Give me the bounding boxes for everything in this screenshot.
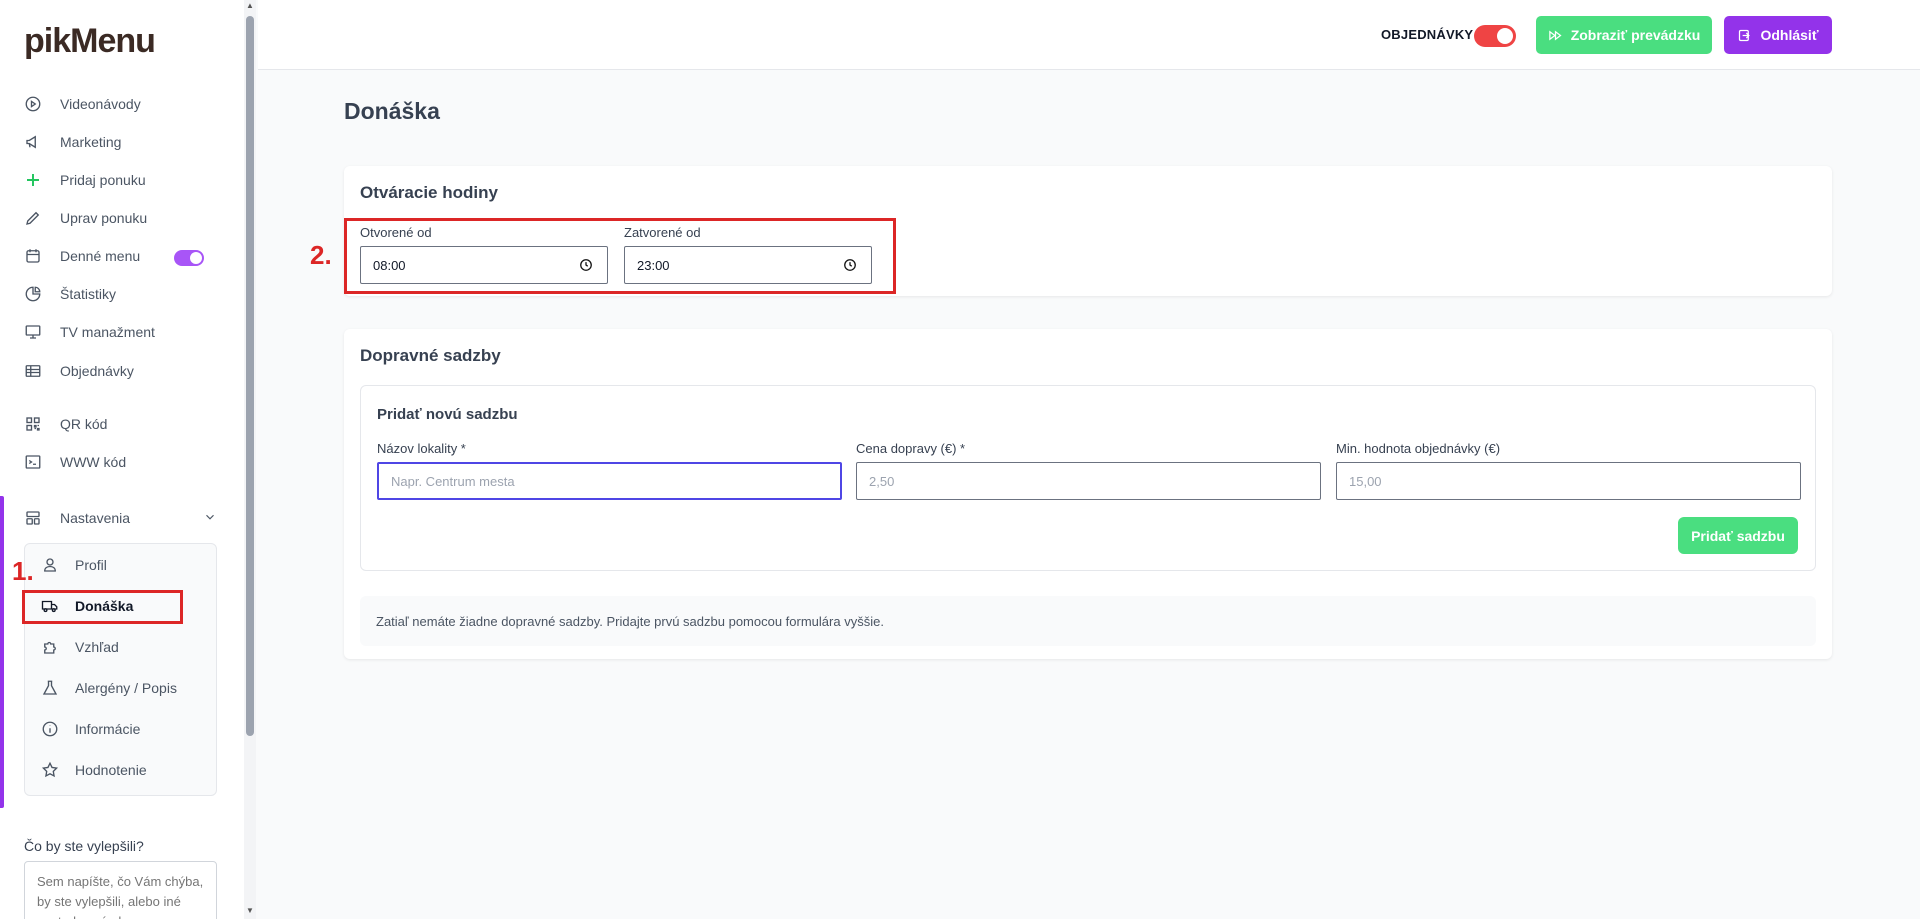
user-icon — [41, 556, 59, 574]
annotation-box-donaska — [22, 590, 183, 624]
open-from-label: Otvorené od — [360, 225, 432, 240]
opening-hours-title: Otváracie hodiny — [360, 183, 498, 202]
sidebar-item-www-kod[interactable]: WWW kód — [24, 447, 126, 477]
clock-icon[interactable] — [579, 258, 593, 272]
clock-icon[interactable] — [843, 258, 857, 272]
submenu-item-label: Vzhľad — [75, 639, 119, 655]
open-from-input[interactable]: 08:00 — [360, 246, 608, 284]
sidebar-item-pridaj-ponuku[interactable]: Pridaj ponuku — [24, 165, 146, 195]
submenu-item-vzhlad[interactable]: Vzhľad — [41, 632, 119, 662]
sidebar: pikMenu Videonávody Marketing Pridaj pon… — [0, 0, 245, 919]
min-order-input[interactable] — [1336, 462, 1801, 500]
daily-menu-toggle[interactable] — [174, 250, 204, 266]
orders-toggle[interactable] — [1474, 25, 1516, 47]
open-from-value: 08:00 — [373, 257, 406, 273]
sidebar-item-label: Objednávky — [60, 363, 134, 379]
show-shop-button[interactable]: Zobraziť prevádzku — [1536, 16, 1712, 54]
empty-rates-message: Zatiaľ nemáte žiadne dopravné sadzby. Pr… — [360, 596, 1816, 646]
layout-icon — [24, 509, 42, 527]
settings-submenu: Profil Donáška Vzhľad Alergény / Popis I… — [24, 543, 217, 796]
plus-icon — [24, 171, 42, 189]
table-icon — [24, 362, 42, 380]
sidebar-item-denne-menu[interactable]: Denné menu — [24, 241, 140, 271]
closed-from-input[interactable]: 23:00 — [624, 246, 872, 284]
sidebar-item-label: Nastavenia — [60, 510, 131, 526]
feedback-label: Čo by ste vylepšili? — [24, 838, 144, 854]
submenu-item-label: Hodnotenie — [75, 762, 147, 778]
feedback-textarea[interactable] — [24, 861, 217, 919]
sidebar-item-label: Videonávody — [60, 96, 141, 112]
sidebar-item-label: Pridaj ponuku — [60, 172, 146, 188]
locality-label: Názov lokality * — [377, 441, 466, 456]
scroll-down-arrow-icon[interactable]: ▼ — [244, 905, 256, 917]
delivery-rates-title: Dopravné sadzby — [360, 346, 501, 365]
sidebar-item-label: Marketing — [60, 134, 122, 150]
submenu-item-label: Informácie — [75, 721, 141, 737]
flask-icon — [41, 679, 59, 697]
play-circle-icon — [24, 95, 42, 113]
sidebar-item-statistiky[interactable]: Štatistiky — [24, 279, 116, 309]
app-logo[interactable]: pikMenu — [24, 22, 156, 61]
locality-input[interactable] — [377, 462, 842, 500]
add-rate-button[interactable]: Pridať sadzbu — [1678, 517, 1798, 554]
sidebar-item-label: Uprav ponuku — [60, 210, 148, 226]
info-icon — [41, 720, 59, 738]
sidebar-item-uprav-ponuku[interactable]: Uprav ponuku — [24, 203, 147, 233]
sidebar-item-marketing[interactable]: Marketing — [24, 127, 121, 157]
annotation-number-1: 1. — [12, 556, 34, 586]
sidebar-item-label: Denné menu — [60, 248, 141, 264]
calendar-icon — [24, 247, 42, 265]
sidebar-item-label: QR kód — [60, 416, 108, 432]
logout-button[interactable]: Odhlásiť — [1724, 16, 1832, 54]
submenu-item-profil[interactable]: Profil — [41, 550, 107, 580]
chevron-down-icon — [203, 510, 217, 524]
closed-from-label: Zatvorené od — [624, 225, 701, 240]
megaphone-icon — [24, 133, 42, 151]
orders-toggle-label: OBJEDNÁVKY — [1381, 27, 1474, 42]
submenu-item-hodnotenie[interactable]: Hodnotenie — [41, 755, 147, 785]
logout-icon — [1737, 28, 1752, 43]
qr-code-icon — [24, 415, 42, 433]
pencil-icon — [24, 209, 42, 227]
code-icon — [24, 453, 42, 471]
show-shop-label: Zobraziť prevádzku — [1570, 27, 1701, 43]
submenu-item-alergeny[interactable]: Alergény / Popis — [41, 673, 177, 703]
sidebar-item-label: WWW kód — [60, 454, 127, 470]
sidebar-item-label: Štatistiky — [60, 286, 117, 302]
sidebar-item-nastavenia[interactable]: Nastavenia — [24, 503, 217, 533]
sidebar-item-objednavky[interactable]: Objednávky — [24, 356, 134, 386]
submenu-item-label: Alergény / Popis — [75, 680, 177, 696]
sidebar-item-videonavody[interactable]: Videonávody — [24, 89, 141, 119]
star-icon — [41, 761, 59, 779]
sidebar-item-qr-kod[interactable]: QR kód — [24, 409, 107, 439]
submenu-item-label: Profil — [75, 557, 107, 573]
scroll-up-arrow-icon[interactable]: ▲ — [244, 0, 256, 12]
min-order-label: Min. hodnota objednávky (€) — [1336, 441, 1501, 456]
annotation-number-2: 2. — [310, 240, 332, 270]
pie-chart-icon — [24, 285, 42, 303]
monitor-icon — [24, 323, 42, 341]
puzzle-icon — [41, 638, 59, 656]
submenu-item-informacie[interactable]: Informácie — [41, 714, 140, 744]
add-rate-form-title: Pridať novú sadzbu — [377, 406, 518, 423]
fast-forward-icon — [1548, 28, 1563, 43]
sidebar-scrollbar-thumb[interactable] — [246, 16, 254, 736]
sidebar-item-label: TV manažment — [60, 324, 155, 340]
page-title: Donáška — [344, 98, 440, 124]
closed-from-value: 23:00 — [637, 257, 670, 273]
active-section-indicator — [0, 496, 4, 808]
logout-label: Odhlásiť — [1760, 27, 1819, 43]
sidebar-item-tv-manazment[interactable]: TV manažment — [24, 317, 155, 347]
delivery-price-label: Cena dopravy (€) * — [856, 441, 966, 456]
delivery-price-input[interactable] — [856, 462, 1321, 500]
